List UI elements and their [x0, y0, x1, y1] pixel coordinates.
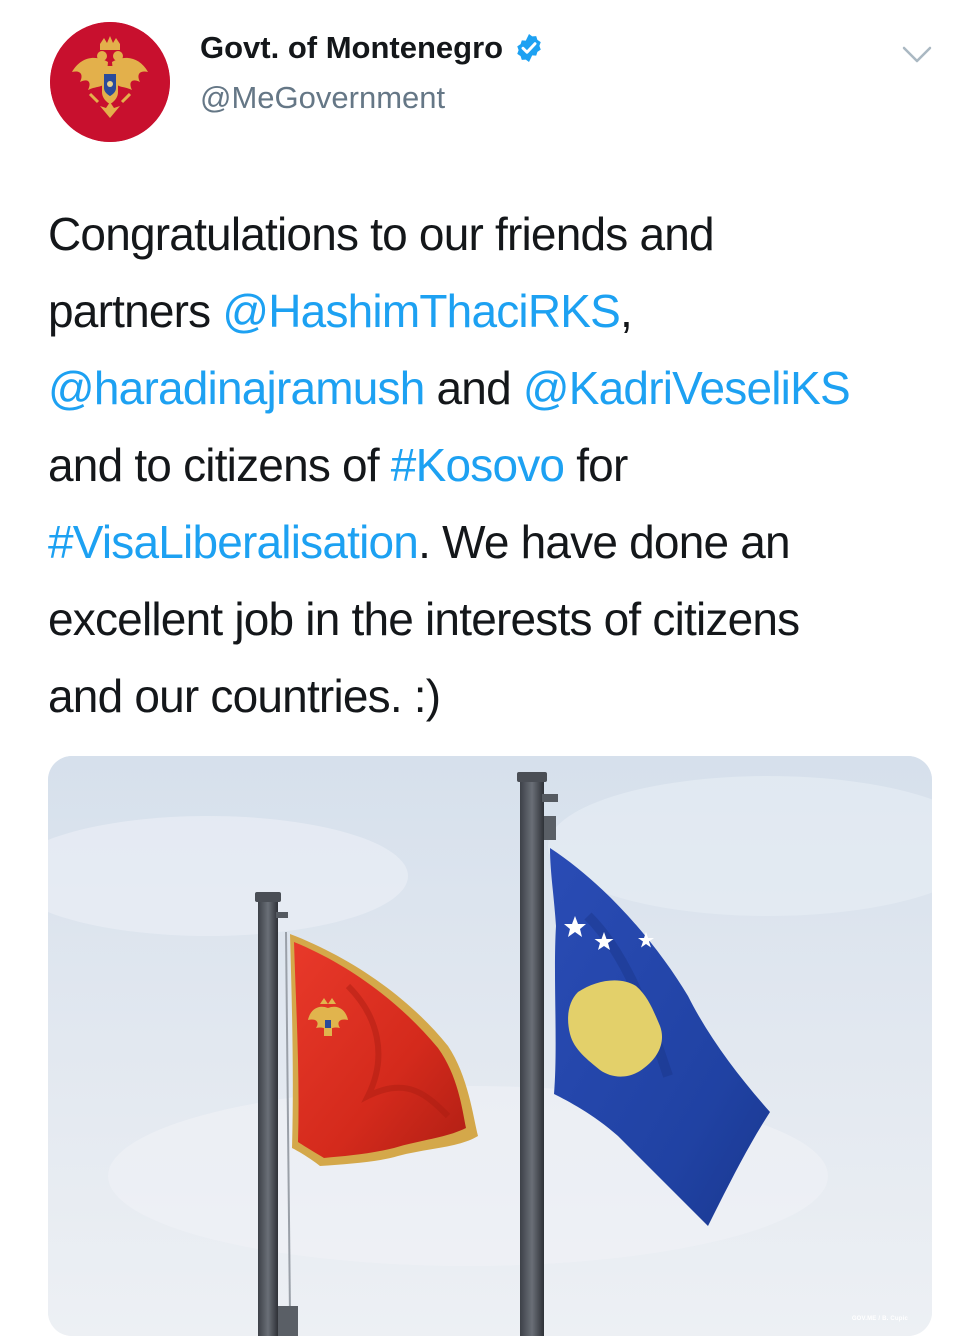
tweet-text-segment: and [424, 362, 523, 414]
tweet-text-segment: for [564, 439, 628, 491]
tweet-text-segment: Congratulations to our friends and [48, 208, 715, 260]
tweet-text-segment: and our countries. :) [48, 670, 441, 722]
mention-link[interactable]: @KadriVeseliKS [523, 362, 851, 414]
flags-photo [48, 756, 932, 1336]
tweet-text-line: partners @HashimThaciRKS, [48, 273, 948, 350]
hashtag-link[interactable]: #VisaLiberalisation [48, 516, 419, 568]
tweet-text-segment: , [620, 285, 633, 337]
tweet-text-segment: partners [48, 285, 223, 337]
tweet-text-line: and to citizens of #Kosovo for [48, 427, 948, 504]
montenegro-coat-of-arms-icon [50, 22, 170, 142]
verified-badge-icon [517, 34, 541, 62]
photo-credit: GOV.ME / B. Cupic [851, 1316, 908, 1322]
tweet-text-segment: excellent job in the interests of citize… [48, 593, 800, 645]
tweet-text-segment: and to citizens of [48, 439, 391, 491]
display-name-label: Govt. of Montenegro [200, 30, 504, 65]
tweet-text: Congratulations to our friends and partne… [48, 196, 948, 735]
tweet-text-line: Congratulations to our friends and [48, 196, 948, 273]
handle[interactable]: @MeGovernment [200, 80, 445, 116]
mention-link[interactable]: @HashimThaciRKS [222, 285, 621, 337]
tweet-text-line: excellent job in the interests of citize… [48, 581, 948, 658]
tweet-photo[interactable]: GOV.ME / B. Cupic [48, 756, 932, 1336]
tweet-text-line: #VisaLiberalisation. We have done an [48, 504, 948, 581]
display-name[interactable]: Govt. of Montenegro [200, 30, 545, 66]
tweet-text-line: @haradinajramush and @KadriVeseliKS [48, 350, 948, 427]
chevron-down-icon[interactable] [900, 42, 934, 66]
avatar[interactable] [50, 22, 170, 142]
tweet-text-segment: . We have done an [418, 516, 791, 568]
mention-link[interactable]: @haradinajramush [48, 362, 425, 414]
tweet-text-line: and our countries. :) [48, 658, 948, 735]
hashtag-link[interactable]: #Kosovo [391, 439, 565, 491]
